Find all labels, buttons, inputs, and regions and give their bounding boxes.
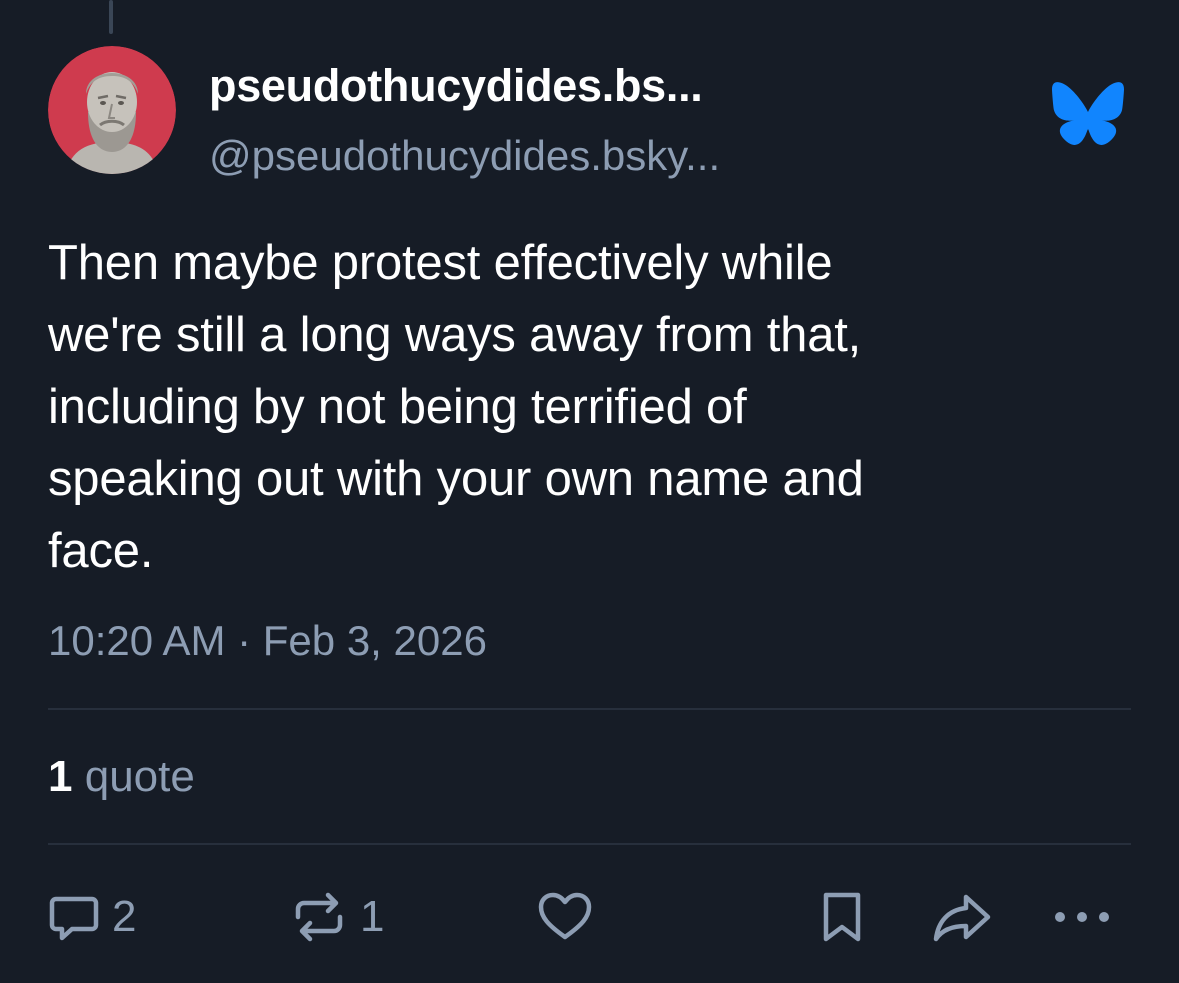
reply-count: 2 (112, 892, 137, 941)
like-button[interactable] (536, 889, 594, 945)
divider (48, 708, 1131, 710)
speech-bubble-icon (46, 889, 102, 945)
post-text-line: including by not being terrified of (48, 380, 747, 434)
divider (48, 843, 1131, 845)
thread-connector-line (109, 0, 113, 34)
quote-label: quote (84, 752, 195, 801)
avatar[interactable] (48, 46, 176, 174)
repost-count: 1 (360, 892, 385, 941)
quote-count-link[interactable]: 1 quote (48, 752, 195, 802)
author-handle[interactable]: @pseudothucydides.bsky... (209, 132, 720, 180)
author-display-name[interactable]: pseudothucydides.bs... (209, 60, 703, 112)
avatar-bust-image (48, 46, 176, 174)
bookmark-icon (814, 889, 870, 945)
reply-button[interactable]: 2 (46, 889, 136, 945)
quote-count: 1 (48, 752, 73, 801)
ellipsis-icon (1052, 889, 1112, 945)
post-text-line: speaking out with your own name and (48, 452, 864, 506)
more-options-button[interactable] (1052, 889, 1112, 945)
post-text-line: we're still a long ways away from that, (48, 308, 862, 362)
heart-icon (536, 889, 594, 945)
bluesky-butterfly-icon (1052, 82, 1124, 148)
repost-button[interactable]: 1 (288, 889, 384, 945)
share-button[interactable] (930, 889, 994, 945)
repost-arrows-icon (288, 889, 350, 945)
share-arrow-icon (930, 889, 994, 945)
bookmark-button[interactable] (814, 889, 870, 945)
post-text-line: Then maybe protest effectively while (48, 236, 833, 290)
post-text-line: face. (48, 524, 154, 578)
post-timestamp: 10:20 AM · Feb 3, 2026 (48, 617, 487, 664)
post-body: Then maybe protest effectively while we'… (48, 227, 1108, 587)
